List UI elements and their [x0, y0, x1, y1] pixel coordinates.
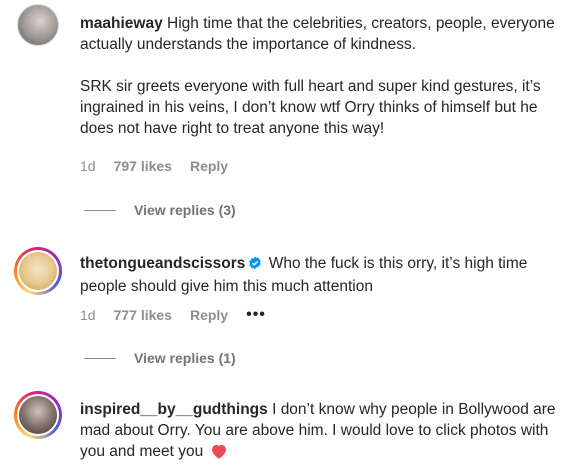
replies-divider [84, 357, 116, 359]
comment-meta: 1d 797 likes Reply [80, 158, 246, 174]
view-replies-button[interactable]: View replies (1) [84, 350, 236, 366]
view-replies-button[interactable]: View replies (3) [84, 202, 236, 218]
comment-username[interactable]: maahieway [80, 15, 163, 32]
comment-username[interactable]: thetongueandscissors [80, 255, 245, 272]
avatar[interactable] [14, 247, 62, 295]
more-options-icon[interactable]: ••• [246, 306, 266, 324]
view-replies-label: View replies (1) [134, 350, 236, 366]
replies-divider [84, 209, 116, 211]
view-replies-label: View replies (3) [134, 202, 236, 218]
avatar[interactable] [17, 4, 59, 46]
comment-body: thetongueandscissors Who the fuck is thi… [80, 253, 560, 297]
comment-body: maahieway High time that the celebrities… [80, 13, 560, 139]
comment-username[interactable]: inspired__by__gudthings [80, 401, 268, 418]
reply-button[interactable]: Reply [190, 158, 228, 174]
verified-badge-icon [248, 255, 262, 276]
avatar-image [17, 394, 59, 436]
comment-body: inspired__by__gudthings I don’t know why… [80, 399, 560, 465]
comment-time[interactable]: 1d [80, 158, 96, 174]
avatar-image [17, 250, 59, 292]
reply-button[interactable]: Reply [190, 307, 228, 323]
likes-count[interactable]: 797 likes [114, 158, 172, 174]
likes-count[interactable]: 777 likes [114, 307, 172, 323]
comment-text-paragraph: SRK sir greets everyone with full heart … [80, 78, 541, 137]
comment-time[interactable]: 1d [80, 307, 96, 323]
red-heart-icon [210, 443, 228, 465]
comment-meta: 1d 777 likes Reply ••• [80, 306, 284, 324]
avatar[interactable] [14, 391, 62, 439]
